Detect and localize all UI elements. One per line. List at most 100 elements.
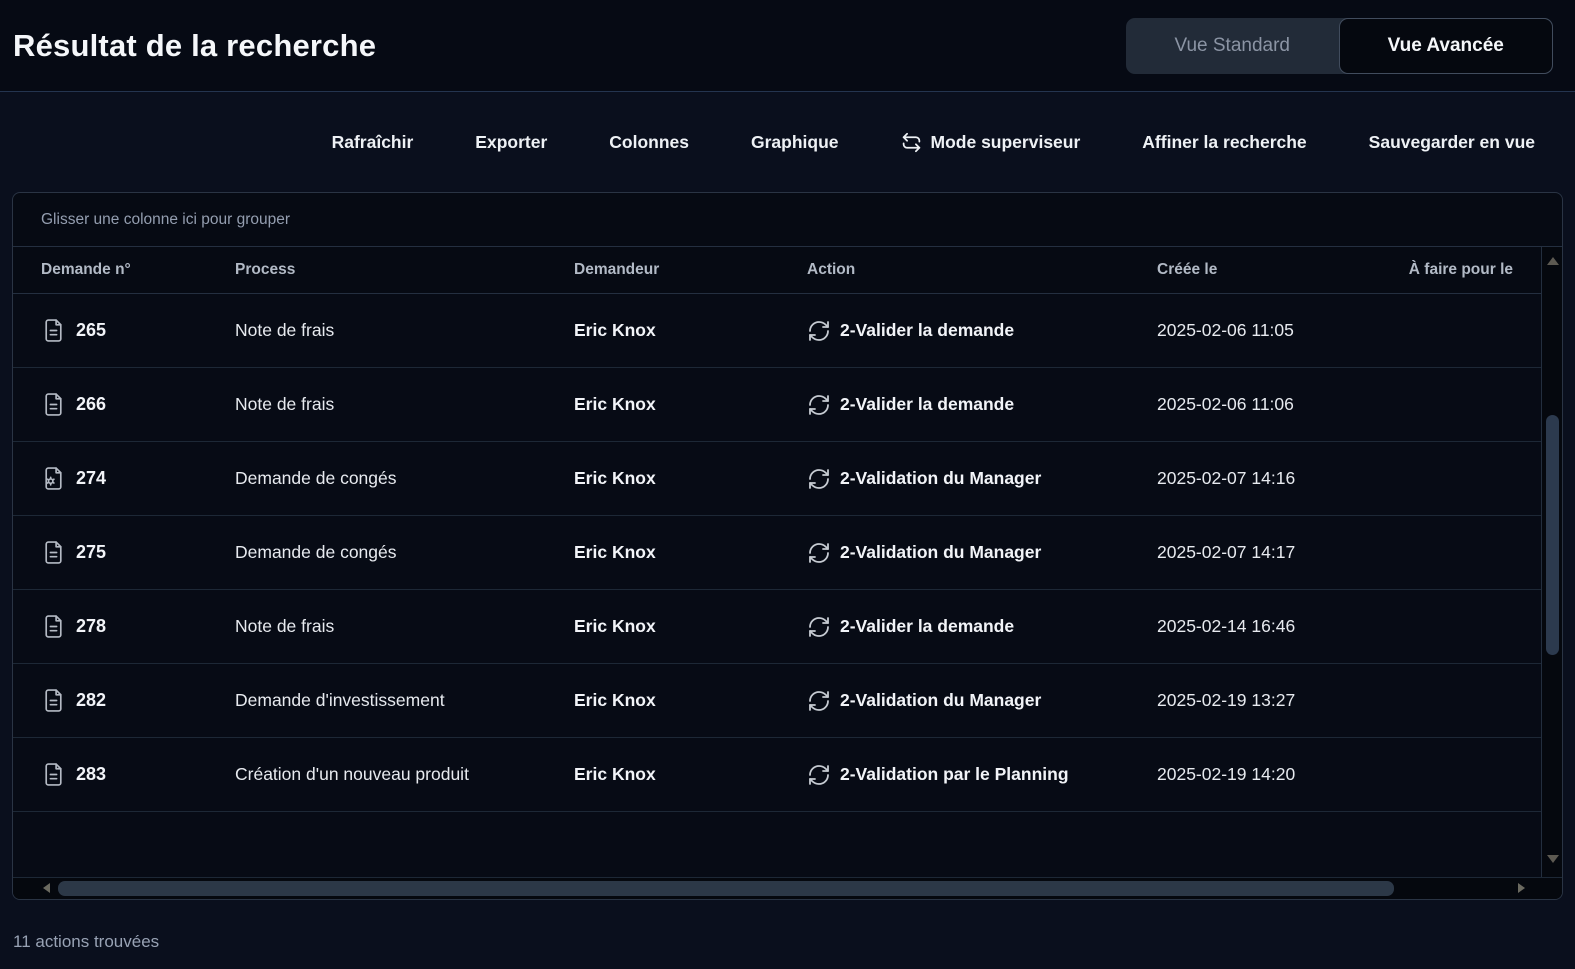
document-icon — [41, 761, 66, 788]
action-cell: 2-Validation du Manager — [807, 541, 1157, 565]
document-icon — [41, 317, 66, 344]
horizontal-scrollbar-thumb[interactable] — [58, 881, 1394, 896]
supervisor-mode-button[interactable]: Mode superviseur — [901, 132, 1081, 153]
refresh-icon — [807, 541, 831, 565]
refresh-icon — [807, 689, 831, 713]
table-content: Demande n° Process Demandeur Action Créé… — [13, 247, 1541, 877]
refresh-icon — [807, 393, 831, 417]
scroll-right-arrow-icon[interactable] — [1518, 883, 1525, 893]
columns-button-label: Colonnes — [609, 132, 689, 153]
request-id-cell: 265 — [13, 317, 235, 344]
action-cell: 2-Validation du Manager — [807, 467, 1157, 491]
created-date-cell: 2025-02-06 11:05 — [1157, 320, 1393, 341]
refine-search-button[interactable]: Affiner la recherche — [1142, 132, 1306, 153]
requester-cell: Eric Knox — [574, 764, 807, 785]
table-row[interactable]: 274 Demande de congés Eric Knox — [13, 442, 1541, 516]
request-id-cell: 282 — [13, 687, 235, 714]
table-body: 265 Note de frais Eric Knox — [13, 294, 1541, 812]
vertical-scrollbar-thumb[interactable] — [1546, 415, 1559, 655]
created-date-cell: 2025-02-07 14:16 — [1157, 468, 1393, 489]
request-id: 266 — [76, 394, 106, 415]
request-id-cell: 275 — [13, 539, 235, 566]
process-cell: Note de frais — [235, 616, 574, 637]
table-row[interactable]: 275 Demande de congés Eric Knox — [13, 516, 1541, 590]
refresh-button-label: Rafraîchir — [332, 132, 414, 153]
action-label: 2-Valider la demande — [840, 394, 1014, 415]
process-cell: Demande d'investissement — [235, 690, 574, 711]
refresh-icon — [807, 467, 831, 491]
column-header-demande[interactable]: Demande n° — [13, 261, 235, 279]
refresh-icon — [807, 319, 831, 343]
column-header-process[interactable]: Process — [235, 261, 574, 279]
group-hint-text: Glisser une colonne ici pour grouper — [41, 211, 290, 229]
requester-cell: Eric Knox — [574, 320, 807, 341]
request-id: 265 — [76, 320, 106, 341]
view-advanced-button[interactable]: Vue Avancée — [1339, 18, 1554, 74]
column-header-demandeur[interactable]: Demandeur — [574, 261, 807, 279]
request-id: 278 — [76, 616, 106, 637]
created-date-cell: 2025-02-19 13:27 — [1157, 690, 1393, 711]
column-header-creee-le[interactable]: Créée le — [1157, 261, 1393, 279]
table-row[interactable]: 283 Création d'un nouveau produit Eric K… — [13, 738, 1541, 812]
supervisor-mode-label: Mode superviseur — [931, 132, 1081, 153]
action-label: 2-Validation par le Planning — [840, 764, 1069, 785]
vertical-scrollbar[interactable] — [1541, 247, 1562, 877]
table-area: Demande n° Process Demandeur Action Créé… — [13, 247, 1562, 877]
request-id: 282 — [76, 690, 106, 711]
chart-button-label: Graphique — [751, 132, 839, 153]
table-header-row: Demande n° Process Demandeur Action Créé… — [13, 247, 1541, 294]
requester-cell: Eric Knox — [574, 616, 807, 637]
action-cell: 2-Valider la demande — [807, 615, 1157, 639]
document-icon — [41, 391, 66, 418]
table-row[interactable]: 265 Note de frais Eric Knox — [13, 294, 1541, 368]
document-icon — [41, 613, 66, 640]
scroll-left-arrow-icon[interactable] — [43, 883, 50, 893]
scroll-up-arrow-icon[interactable] — [1547, 257, 1559, 265]
export-button-label: Exporter — [475, 132, 547, 153]
action-label: 2-Valider la demande — [840, 616, 1014, 637]
export-button[interactable]: Exporter — [475, 132, 547, 153]
refresh-button[interactable]: Rafraîchir — [332, 132, 414, 153]
scroll-down-arrow-icon[interactable] — [1547, 855, 1559, 863]
results-count: 11 actions trouvées — [13, 932, 1575, 952]
table-row[interactable]: 266 Note de frais Eric Knox — [13, 368, 1541, 442]
action-cell: 2-Valider la demande — [807, 319, 1157, 343]
app-header: Résultat de la recherche Vue Standard Vu… — [0, 0, 1575, 92]
refresh-icon — [807, 615, 831, 639]
action-cell: 2-Valider la demande — [807, 393, 1157, 417]
swap-arrows-icon — [901, 132, 922, 153]
action-label: 2-Validation du Manager — [840, 468, 1041, 489]
save-view-button[interactable]: Sauvegarder en vue — [1369, 132, 1535, 153]
created-date-cell: 2025-02-07 14:17 — [1157, 542, 1393, 563]
action-cell: 2-Validation du Manager — [807, 689, 1157, 713]
requester-cell: Eric Knox — [574, 542, 807, 563]
horizontal-scrollbar[interactable] — [13, 877, 1562, 899]
view-toggle: Vue Standard Vue Avancée — [1126, 18, 1553, 74]
column-header-a-faire-pour-le[interactable]: À faire pour le — [1393, 261, 1541, 279]
save-view-label: Sauvegarder en vue — [1369, 132, 1535, 153]
process-cell: Note de frais — [235, 394, 574, 415]
requester-cell: Eric Knox — [574, 394, 807, 415]
created-date-cell: 2025-02-06 11:06 — [1157, 394, 1393, 415]
process-cell: Création d'un nouveau produit — [235, 764, 574, 785]
created-date-cell: 2025-02-19 14:20 — [1157, 764, 1393, 785]
column-header-action[interactable]: Action — [807, 261, 1157, 279]
results-panel: Glisser une colonne ici pour grouper Dem… — [12, 192, 1563, 900]
table-row[interactable]: 278 Note de frais Eric Knox — [13, 590, 1541, 664]
requester-cell: Eric Knox — [574, 690, 807, 711]
request-id: 274 — [76, 468, 106, 489]
request-id: 283 — [76, 764, 106, 785]
group-drop-zone[interactable]: Glisser une colonne ici pour grouper — [13, 193, 1562, 247]
document-icon — [41, 687, 66, 714]
refresh-icon — [807, 763, 831, 787]
requester-cell: Eric Knox — [574, 468, 807, 489]
refine-search-label: Affiner la recherche — [1142, 132, 1306, 153]
chart-button[interactable]: Graphique — [751, 132, 839, 153]
columns-button[interactable]: Colonnes — [609, 132, 689, 153]
table-row[interactable]: 282 Demande d'investissement Eric Knox — [13, 664, 1541, 738]
toolbar: Rafraîchir Exporter Colonnes Graphique M… — [0, 92, 1575, 192]
action-label: 2-Validation du Manager — [840, 690, 1041, 711]
view-standard-button[interactable]: Vue Standard — [1126, 18, 1339, 74]
action-label: 2-Validation du Manager — [840, 542, 1041, 563]
process-cell: Demande de congés — [235, 542, 574, 563]
